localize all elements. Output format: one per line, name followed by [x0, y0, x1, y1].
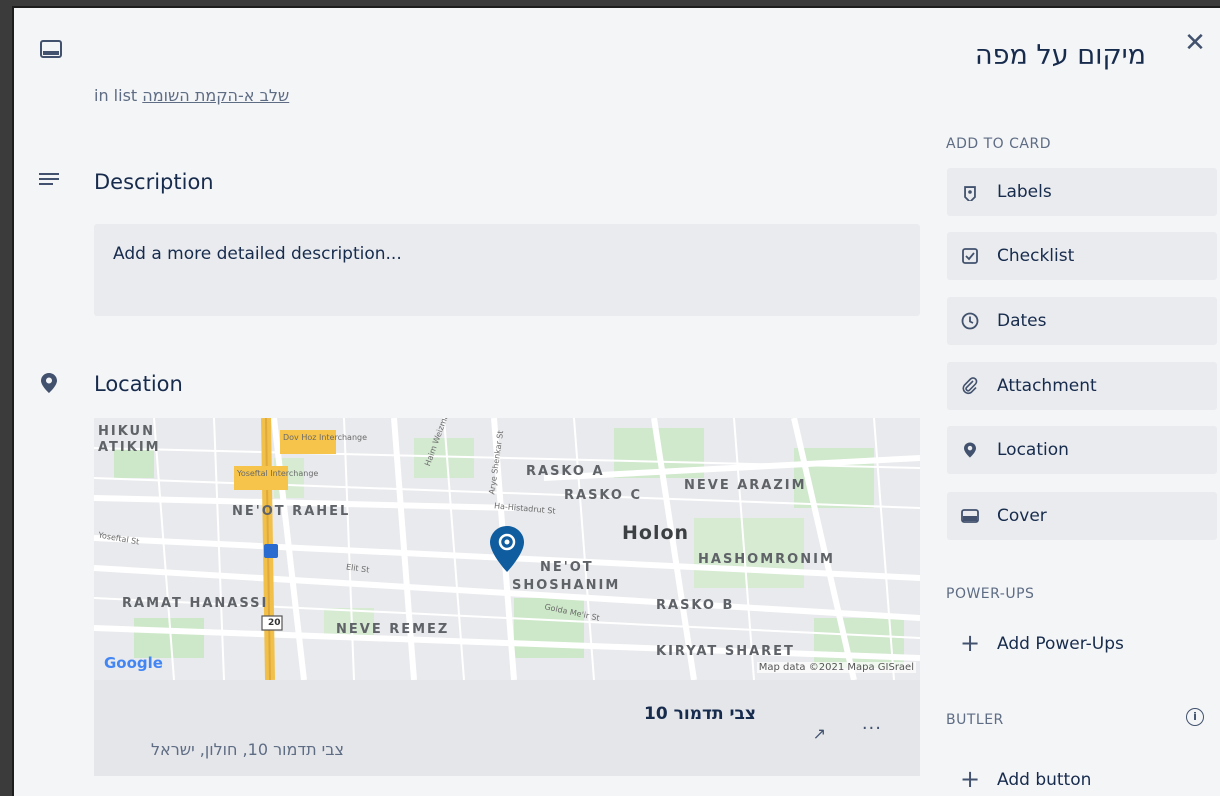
- location-button-label: Location: [997, 440, 1069, 460]
- map-area-label: NEVE ARAZIM: [684, 478, 807, 493]
- labels-button[interactable]: Labels: [947, 168, 1217, 216]
- card-icon: [38, 38, 64, 60]
- in-list-prefix: in list: [94, 86, 138, 105]
- map-attribution: Map data ©2021 Mapa GISrael: [756, 662, 916, 673]
- dates-button-label: Dates: [997, 311, 1047, 331]
- plus-icon: +: [960, 765, 981, 793]
- map-area-label: RAMAT HANASSI: [122, 596, 269, 611]
- map-area-label: SHOSHANIM: [512, 578, 621, 593]
- tag-icon: [959, 181, 981, 203]
- close-icon[interactable]: ✕: [1180, 28, 1210, 58]
- info-icon[interactable]: i: [1186, 708, 1204, 726]
- map-area-label: HASHOMRONIM: [698, 552, 835, 567]
- description-heading: Description: [94, 170, 214, 194]
- in-list-text: in list שלב א-הקמת השומה: [94, 86, 289, 105]
- add-power-ups-button[interactable]: + Add Power-Ups: [960, 628, 1190, 660]
- map-area-label: RASKO A: [526, 464, 605, 479]
- location-pin-icon: [40, 372, 58, 394]
- place-address: צבי תדמור 10, חולון, ישראל: [150, 740, 344, 759]
- checklist-button[interactable]: Checklist: [947, 232, 1217, 280]
- map-city-label: Holon: [622, 522, 690, 544]
- description-icon: [38, 170, 60, 190]
- card-title[interactable]: מיקום על מפה: [975, 40, 1146, 71]
- map-street-label: Yoseftal Interchange: [237, 469, 319, 478]
- attachment-button-label: Attachment: [997, 376, 1097, 396]
- add-button-label: Add button: [997, 770, 1092, 790]
- dates-button[interactable]: Dates: [947, 297, 1217, 345]
- plus-icon: +: [960, 629, 981, 657]
- power-ups-label: POWER-UPS: [946, 586, 1035, 602]
- paperclip-icon: [959, 375, 981, 397]
- add-button-button[interactable]: + Add button: [960, 764, 1160, 796]
- map-area-label: HIKUN: [98, 424, 155, 439]
- place-name: צבי תדמור 10: [644, 704, 756, 724]
- description-input[interactable]: Add a more detailed description...: [94, 224, 920, 316]
- location-pin-icon: [959, 439, 981, 461]
- cover-icon: [959, 505, 981, 527]
- card-detail-window: מיקום על מפה ✕ in list שלב א-הקמת השומה …: [12, 6, 1220, 796]
- map-area-label: NE'OT RAHEL: [232, 504, 351, 519]
- map-marker-icon[interactable]: [490, 526, 524, 572]
- more-options-icon[interactable]: ···: [862, 718, 882, 739]
- attachment-button[interactable]: Attachment: [947, 362, 1217, 410]
- location-heading: Location: [94, 372, 183, 396]
- checklist-button-label: Checklist: [997, 246, 1075, 266]
- map-area-label: NE'OT: [540, 560, 594, 575]
- map-area-label: KIRYAT SHARET: [656, 644, 795, 659]
- map-area-label: NEVE REMEZ: [336, 622, 450, 637]
- labels-button-label: Labels: [997, 182, 1052, 202]
- cover-button[interactable]: Cover: [947, 492, 1217, 540]
- map-area-label: RASKO B: [656, 598, 735, 613]
- open-in-maps-icon[interactable]: ↗: [813, 724, 826, 743]
- add-power-ups-label: Add Power-Ups: [997, 634, 1124, 654]
- map-area-label: RASKO C: [564, 488, 643, 503]
- add-to-card-label: ADD TO CARD: [946, 136, 1051, 152]
- checklist-icon: [959, 245, 981, 267]
- location-map[interactable]: Dov Hoz Interchange Yoseftal Interchange…: [94, 418, 920, 680]
- route-shield: 20: [268, 618, 281, 628]
- butler-label: BUTLER: [946, 712, 1004, 728]
- map-area-label: ATIKIM: [98, 440, 161, 455]
- cover-button-label: Cover: [997, 506, 1047, 526]
- clock-icon: [959, 310, 981, 332]
- description-placeholder: Add a more detailed description...: [113, 244, 402, 264]
- location-button[interactable]: Location: [947, 426, 1217, 474]
- location-details: צבי תדמור 10 צבי תדמור 10, חולון, ישראל …: [94, 680, 920, 776]
- google-logo: Google: [104, 654, 163, 672]
- list-link[interactable]: שלב א-הקמת השומה: [142, 86, 289, 105]
- map-street-label: Dov Hoz Interchange: [283, 433, 368, 442]
